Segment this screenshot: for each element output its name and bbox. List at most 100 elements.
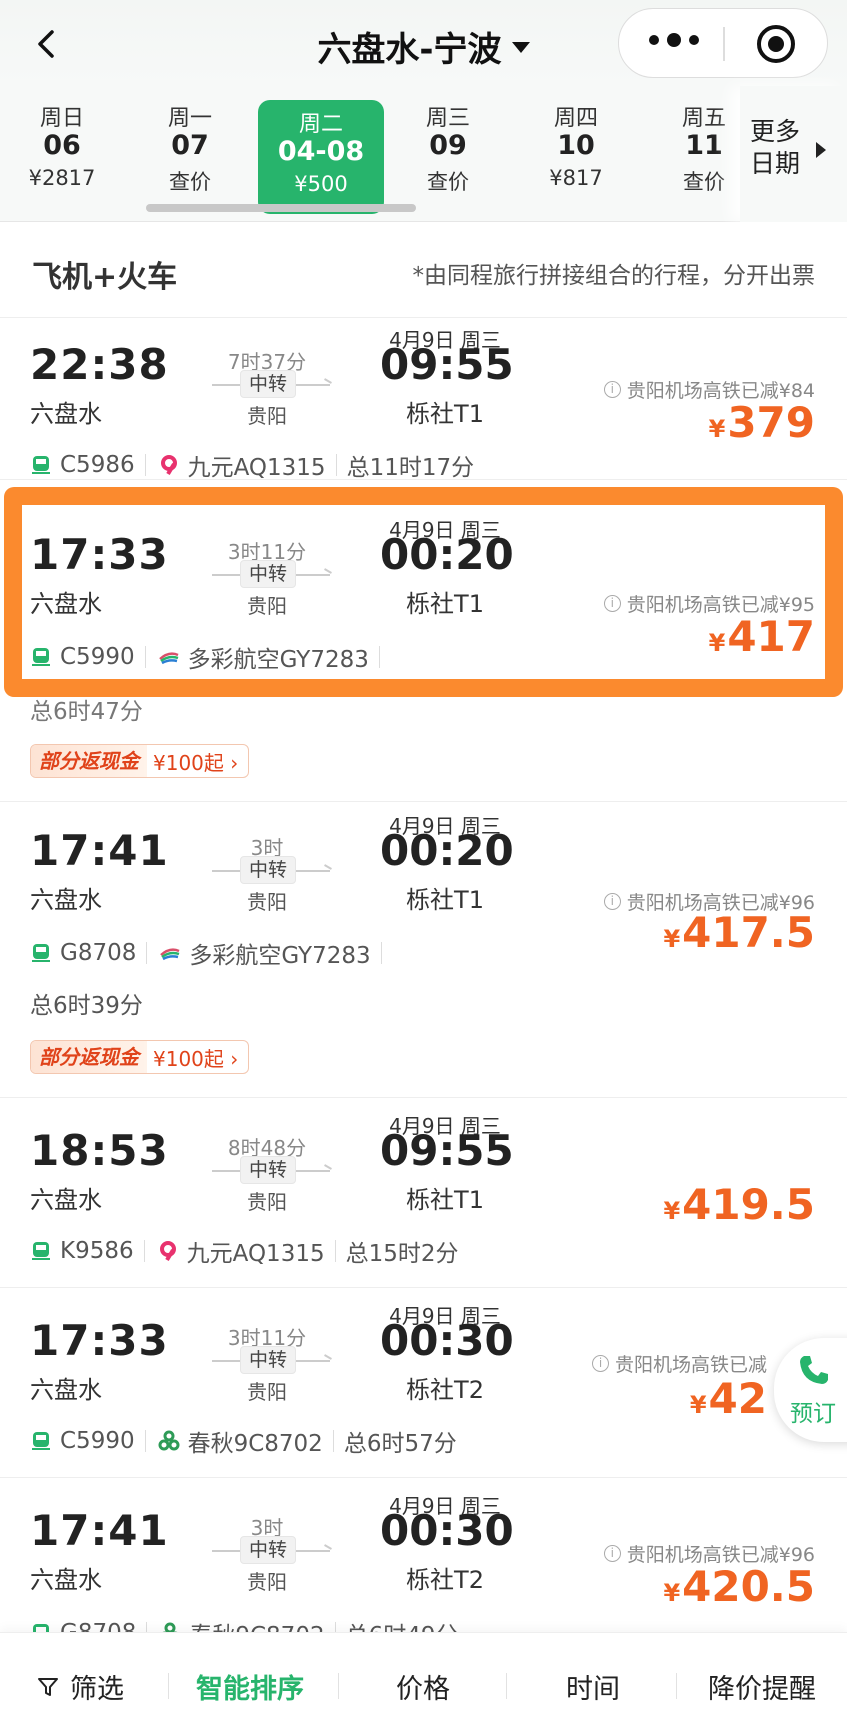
arrival-time: 00:20: [380, 530, 514, 579]
departure-city: 六盘水: [30, 400, 102, 428]
tab-divider: [506, 1673, 507, 1699]
duocai-logo-icon: [160, 948, 180, 961]
date-weekday: 周二: [298, 112, 343, 137]
transfer-city: 贵阳: [247, 594, 287, 618]
date-price: ¥2817: [28, 166, 96, 190]
duocai-logo-icon: [158, 652, 179, 665]
itinerary-card[interactable]: 17:41 六盘水 3时 中转 贵阳 4月9日 周三 00:30 栎社T2 i贵…: [0, 1478, 847, 1638]
itinerary-card[interactable]: 17:33 六盘水 3时11分 中转 贵阳 4月9日 周三 00:30 栎社T2…: [0, 1288, 847, 1478]
train-icon: [32, 456, 50, 474]
departure-city: 六盘水: [30, 1376, 102, 1404]
transfer-city: 贵阳: [247, 404, 287, 428]
arrival-time: 09:55: [380, 1126, 514, 1175]
date-weekday: 周一: [167, 106, 212, 131]
cashback-tag: 部分返现金: [31, 745, 147, 777]
cashback-badge[interactable]: 部分返现金 ¥100起 ›: [30, 1040, 250, 1074]
itinerary-card[interactable]: 22:38 六盘水 7时37分 中转 贵阳 4月9日 周三 09:55 栎社T1…: [0, 318, 847, 481]
transfer-badge: 中转: [240, 1346, 296, 1374]
date-selector: 周日 06 ¥2817 周一 07 查价 周二 04-08 ¥500 周三 09…: [0, 86, 847, 222]
cashback-tag: 部分返现金: [31, 1041, 147, 1073]
section-note: *由同程旅行拼接组合的行程，分开出票: [412, 263, 816, 289]
cashback-amount: ¥100起 ›: [153, 1046, 239, 1071]
flight-number: 多彩航空GY7283: [189, 943, 371, 969]
date-tab[interactable]: 周日 06 ¥2817: [2, 100, 122, 190]
transfer-city: 贵阳: [247, 1570, 287, 1594]
train-number: K9586: [60, 1238, 134, 1264]
price: ¥417: [708, 612, 815, 661]
train-icon: [32, 944, 50, 962]
filter-button[interactable]: 筛选: [36, 1667, 124, 1706]
tab-divider: [338, 1673, 339, 1699]
departure-time: 18:53: [30, 1126, 169, 1175]
date-price: ¥817: [549, 166, 603, 190]
flight-number: 九元AQ1315: [186, 1241, 325, 1267]
date-price: 查价: [169, 170, 211, 194]
arrival-terminal: 栎社T2: [406, 1376, 484, 1404]
more-dates-button[interactable]: 更多 日期: [740, 86, 847, 222]
date-day: 04-08: [277, 136, 365, 167]
info-icon: i: [603, 1545, 621, 1562]
info-icon: i: [603, 381, 621, 398]
train-icon: [32, 648, 50, 666]
info-icon: i: [603, 595, 621, 612]
cashback-badge[interactable]: 部分返现金 ¥100起 ›: [30, 744, 250, 778]
date-weekday: 周三: [425, 106, 470, 131]
date-day: 06: [43, 130, 81, 161]
sort-smart-button[interactable]: 智能排序: [196, 1667, 304, 1706]
itinerary-card[interactable]: 18:53 六盘水 8时48分 中转 贵阳 4月9日 周三 09:55 栎社T1…: [0, 1098, 847, 1288]
segments: G8708 多彩航空GY7283: [30, 936, 392, 970]
chunqiu-logo-icon: [158, 1430, 180, 1451]
date-tab[interactable]: 周三 09 查价: [388, 100, 508, 196]
top-nav-bar: 六盘水-宁波: [0, 0, 847, 86]
date-tab-selected[interactable]: 周二 04-08 ¥500: [258, 100, 384, 214]
flight-number: 多彩航空GY7283: [187, 647, 369, 673]
segments: C5990 多彩航空GY7283: [30, 640, 390, 674]
flight-number: 春秋9C8702: [187, 1431, 323, 1457]
train-icon: [32, 1242, 50, 1260]
section-header: 飞机+火车 *由同程旅行拼接组合的行程，分开出票: [0, 222, 847, 318]
itinerary-card-highlighted[interactable]: 17:33 六盘水 3时11分 中转 贵阳 4月9日 周三 00:20 栎社T1…: [0, 480, 847, 802]
date-scrollbar[interactable]: [146, 204, 416, 212]
total-duration: 总11时17分: [346, 455, 475, 481]
itinerary-card[interactable]: 17:41 六盘水 3时 中转 贵阳 4月9日 周三 00:20 栎社T1 i贵…: [0, 802, 847, 1098]
price: ¥42: [689, 1374, 767, 1423]
discount-note: i 贵阳机场高铁已减: [591, 1350, 767, 1377]
section-title: 飞机+火车: [32, 260, 178, 295]
price: ¥420.5: [663, 1562, 815, 1611]
departure-time: 17:33: [30, 530, 169, 579]
transfer-badge: 中转: [240, 370, 296, 398]
close-mini-program-icon[interactable]: [757, 25, 795, 63]
sort-price-button[interactable]: 价格: [396, 1667, 450, 1706]
jiuyuan-logo-icon: [159, 1241, 176, 1262]
date-price: ¥500: [294, 172, 348, 196]
train-number: G8708: [60, 940, 137, 966]
date-day: 09: [429, 130, 467, 161]
caret-down-icon: [511, 42, 530, 53]
departure-time: 17:41: [30, 826, 169, 875]
arrival-time: 09:55: [380, 340, 514, 389]
date-weekday: 周四: [553, 106, 598, 131]
transfer-city: 贵阳: [247, 890, 287, 914]
train-number: C5986: [60, 452, 135, 478]
transfer-badge: 中转: [240, 1156, 296, 1184]
filter-label: 筛选: [70, 1674, 124, 1705]
date-tab[interactable]: 周四 10 ¥817: [516, 100, 636, 190]
cashback-amount: ¥100起 ›: [153, 750, 239, 775]
departure-time: 17:41: [30, 1506, 169, 1555]
price-alert-button[interactable]: 降价提醒: [708, 1667, 816, 1706]
more-menu-button[interactable]: [649, 33, 699, 47]
total-duration: 总6时57分: [343, 1431, 457, 1457]
arrival-time: 00:30: [380, 1316, 514, 1365]
train-icon: [32, 1432, 50, 1450]
departure-city: 六盘水: [30, 1186, 102, 1214]
filter-icon: [38, 1677, 58, 1696]
train-number: C5990: [60, 644, 135, 670]
date-tab[interactable]: 周一 07 查价: [130, 100, 250, 196]
tab-divider: [676, 1673, 677, 1699]
segments: K9586 九元AQ1315 总15时2分: [30, 1234, 459, 1268]
sort-time-button[interactable]: 时间: [566, 1667, 620, 1706]
departure-city: 六盘水: [30, 886, 102, 914]
segments: C5990 春秋9C8702 总6时57分: [30, 1424, 457, 1458]
transfer-city: 贵阳: [247, 1380, 287, 1404]
book-label: 预订: [790, 1401, 836, 1427]
